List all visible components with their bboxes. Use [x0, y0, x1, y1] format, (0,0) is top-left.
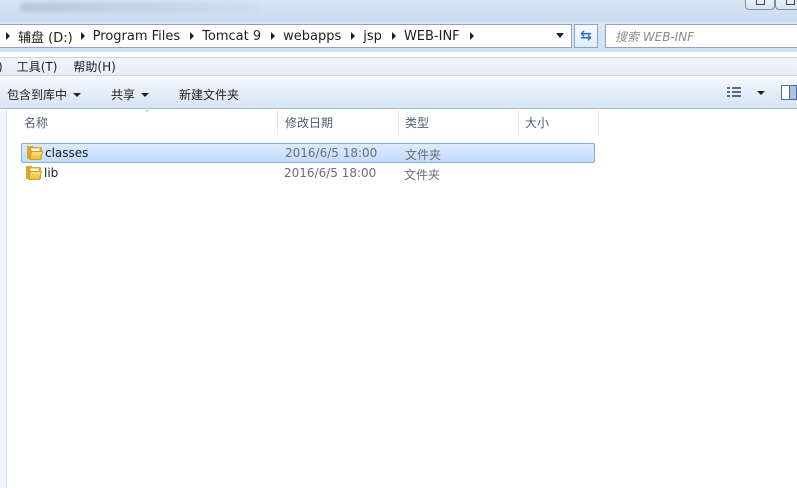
include-in-library-button[interactable]: 包含到库中: [7, 86, 82, 103]
maximize-icon: [786, 0, 795, 5]
breadcrumb-separator-icon[interactable]: [190, 32, 195, 40]
breadcrumb-separator-icon[interactable]: [80, 32, 85, 40]
file-date-modified: 2016/6/5 18:00: [284, 166, 377, 180]
chevron-down-icon: [141, 92, 150, 97]
address-history-chevron-down-icon[interactable]: [556, 33, 564, 38]
breadcrumb-webapps[interactable]: webapps: [283, 29, 341, 44]
menu-item-help[interactable]: 帮助(H): [73, 58, 115, 75]
command-bar: 包含到库中 共享 新建文件夹: [0, 77, 797, 109]
column-header-date-modified[interactable]: 修改日期: [279, 110, 399, 135]
breadcrumb-web-inf[interactable]: WEB-INF: [404, 29, 460, 44]
search-input[interactable]: 搜索 WEB-INF: [605, 24, 797, 48]
chevron-down-icon: [73, 92, 82, 97]
folder-icon: [26, 166, 42, 180]
menu-item-tools[interactable]: 工具(T): [17, 58, 58, 75]
minimize-icon: [756, 0, 765, 5]
breadcrumb-jsp[interactable]: jsp: [363, 29, 382, 44]
navigation-pane-edge[interactable]: [0, 110, 7, 488]
menu-bar: ) 工具(T) 帮助(H): [0, 57, 797, 76]
column-header-type[interactable]: 类型: [399, 110, 519, 135]
file-name: classes: [45, 146, 89, 160]
column-header-date-label: 修改日期: [285, 116, 334, 130]
share-label: 共享: [111, 88, 136, 102]
view-options-chevron-down-icon[interactable]: [757, 91, 765, 95]
refresh-icon: ⇆: [580, 28, 592, 44]
column-header-size-label: 大小: [525, 116, 550, 130]
breadcrumb-program-files[interactable]: Program Files: [93, 29, 181, 44]
minimize-button[interactable]: [745, 0, 775, 10]
file-type: 文件夹: [405, 148, 442, 162]
breadcrumb-separator-icon[interactable]: [391, 32, 396, 40]
sort-ascending-icon: ˆ: [145, 110, 150, 120]
new-folder-button[interactable]: 新建文件夹: [179, 86, 239, 103]
menu-item-view-partial[interactable]: ): [0, 60, 3, 74]
address-bar[interactable]: 辅盘 (D:) Program Files Tomcat 9 webapps j…: [0, 24, 572, 48]
file-type: 文件夹: [404, 168, 441, 182]
title-bar: [0, 0, 797, 22]
maximize-button[interactable]: [775, 0, 797, 10]
share-button[interactable]: 共享: [111, 86, 150, 103]
breadcrumb-drive[interactable]: 辅盘 (D:): [18, 27, 73, 46]
breadcrumb-tomcat[interactable]: Tomcat 9: [202, 29, 261, 44]
breadcrumb-separator-icon[interactable]: [271, 32, 276, 40]
breadcrumb-separator-icon[interactable]: [6, 32, 10, 40]
address-row: 辅盘 (D:) Program Files Tomcat 9 webapps j…: [0, 22, 797, 52]
preview-pane-icon[interactable]: [781, 85, 797, 100]
file-row-lib[interactable]: lib 2016/6/5 18:00 文件夹: [21, 164, 595, 184]
window-title-blurred: [20, 2, 260, 12]
file-row-classes[interactable]: classes 2016/6/5 18:00 文件夹: [21, 143, 595, 163]
column-headers: 名称 ˆ 修改日期 类型 大小: [18, 110, 600, 135]
file-date-modified: 2016/6/5 18:00: [285, 146, 378, 160]
breadcrumb-separator-icon[interactable]: [469, 32, 474, 40]
new-folder-label: 新建文件夹: [179, 88, 240, 102]
column-header-size[interactable]: 大小: [519, 110, 599, 135]
column-header-name-label: 名称: [24, 116, 49, 130]
folder-icon: [27, 146, 43, 160]
view-options-icon[interactable]: [727, 87, 741, 98]
include-in-library-label: 包含到库中: [7, 88, 68, 102]
column-header-type-label: 类型: [405, 116, 430, 130]
file-name: lib: [44, 166, 59, 180]
refresh-button[interactable]: ⇆: [574, 24, 598, 48]
search-placeholder: 搜索 WEB-INF: [615, 29, 695, 44]
breadcrumb-separator-icon[interactable]: [351, 32, 356, 40]
